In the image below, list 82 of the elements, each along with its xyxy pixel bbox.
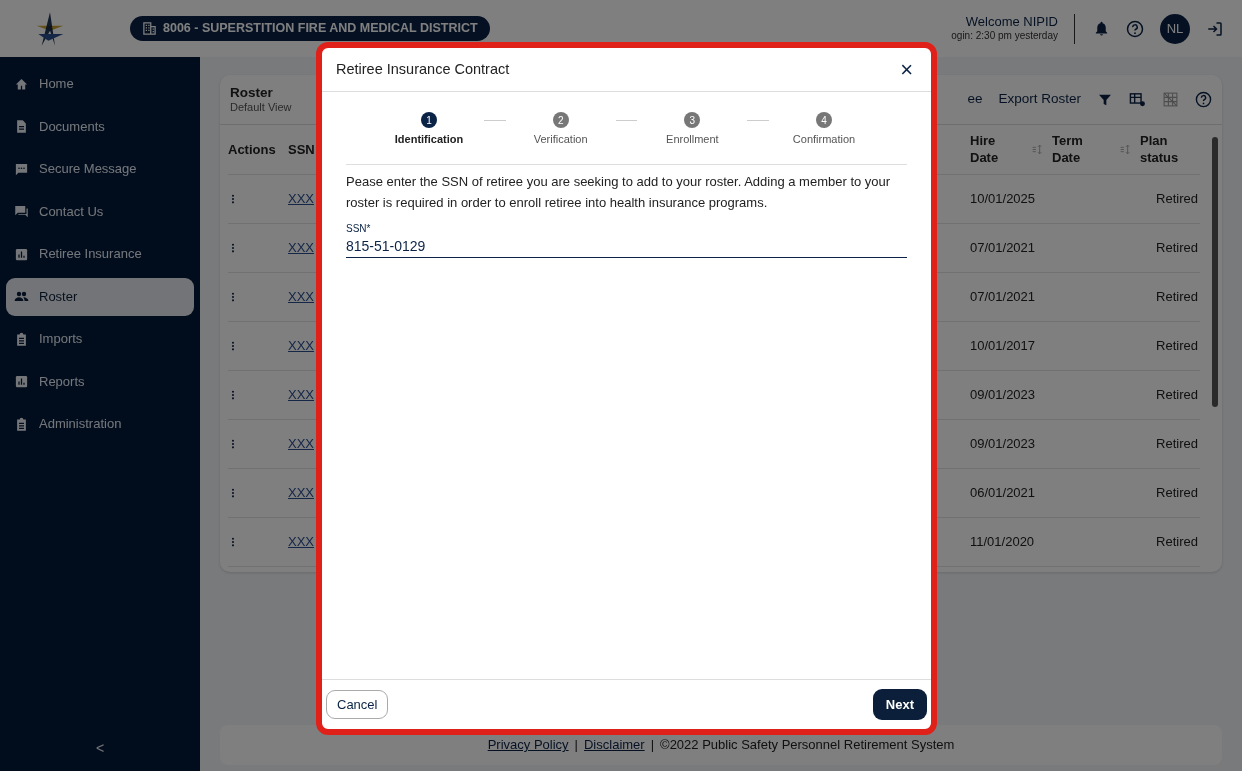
clipboard-icon [14, 416, 29, 432]
column-header: SSN [288, 140, 316, 159]
ssn-link[interactable]: XXX [288, 336, 314, 356]
table-settings-icon[interactable] [1129, 91, 1146, 108]
sidebar-item[interactable]: Roster [6, 277, 194, 316]
sidebar-item[interactable]: Home [6, 65, 194, 103]
ssn-link[interactable]: XXX [288, 287, 314, 307]
step-label: Identification [394, 132, 464, 147]
table-cell-text: 07/01/2021 [970, 288, 1037, 307]
column-header[interactable]: Hire Date [970, 133, 999, 166]
table-cell-text: Retired [1156, 386, 1199, 405]
ssn-link[interactable]: XXX [288, 434, 314, 454]
ssn-link[interactable]: XXX [288, 483, 314, 503]
table-cell-text: 09/01/2023 [970, 386, 1037, 405]
footer-link[interactable]: Privacy Policy [487, 735, 569, 755]
table-cell-text: 11/01/2020 [970, 533, 1036, 552]
table-cell-text: 06/01/2021 [970, 484, 1037, 503]
dialog-title: Retiree Insurance Contract [336, 59, 510, 79]
building-icon [142, 21, 157, 36]
sidebar-item[interactable]: Imports [6, 320, 194, 358]
table-cell-text: 07/01/2021 [970, 239, 1037, 258]
ssn-link[interactable]: XXX [288, 238, 314, 258]
step-number: 1 [421, 112, 437, 128]
sidebar-item[interactable]: Secure Message [6, 150, 194, 188]
table-cell-text: 09/01/2023 [970, 435, 1037, 454]
close-button[interactable]: × [900, 58, 913, 81]
step-label: Confirmation [792, 132, 856, 147]
view-subtitle: Default View [230, 100, 292, 113]
table-cell-text: Retired [1156, 288, 1199, 307]
cancel-button[interactable]: Cancel [326, 689, 389, 720]
sidebar-item[interactable]: Administration [6, 405, 194, 443]
column-header[interactable]: Plan status [1140, 133, 1179, 166]
table-cell-text: Retired [1156, 484, 1199, 503]
sidebar-item[interactable]: Retiree Insurance [6, 235, 194, 273]
last-login-text: ogin: 2:30 pm yesterday [951, 30, 1058, 42]
document-icon [14, 119, 29, 134]
step-label: Enrollment [666, 132, 719, 147]
chat-icon [14, 161, 29, 177]
toolbar-link[interactable]: Export Roster [998, 89, 1081, 110]
roster-title: Roster [230, 86, 274, 101]
column-header: Actions [228, 140, 277, 159]
table-cell-text: Retired [1156, 435, 1199, 454]
toolbar-link[interactable]: ee [967, 89, 983, 110]
table-cell-text: Retired [1156, 337, 1199, 356]
table-cell-text: Retired [1156, 533, 1199, 552]
table-cell-text: 10/01/2017 [970, 337, 1037, 356]
ssn-link[interactable]: XXX [288, 189, 314, 209]
step-number: 3 [684, 112, 701, 128]
logout-icon[interactable] [1206, 19, 1224, 38]
copyright-text: ©2022 Public Safety Personnel Retirement System [660, 736, 955, 755]
user-avatar[interactable]: NL [1160, 13, 1190, 44]
step-label: Verification [533, 132, 588, 147]
field-label: SSN* [346, 222, 372, 237]
help-icon[interactable] [1126, 19, 1144, 38]
people-icon [14, 289, 29, 304]
sidebar-item[interactable]: Reports [6, 362, 194, 401]
footer-link[interactable]: Disclaimer [584, 735, 645, 755]
table-cell-text: Retired [1156, 239, 1199, 258]
chart-icon [14, 374, 29, 389]
collapse-toggle[interactable]: < [6, 738, 194, 759]
separator-text: | [650, 736, 655, 755]
table-cell-text: Retired [1156, 190, 1199, 209]
clipboard-icon [14, 331, 29, 347]
step-number: 4 [816, 112, 832, 128]
column-header[interactable]: Term Date [1052, 133, 1083, 166]
scrollbar-thumb[interactable] [1212, 137, 1218, 407]
separator-text: | [574, 736, 578, 755]
sidebar-item[interactable]: Documents [6, 107, 194, 146]
sidebar-item[interactable]: Contact Us [6, 192, 194, 231]
next-button[interactable]: Next [872, 688, 927, 721]
help-icon[interactable] [1195, 91, 1212, 108]
instruction-text: Pease enter the SSN of retiree you are seeking to add to your roster. Adding a member to your roster is required in order to enroll retiree into health insurance programs. [346, 172, 892, 212]
district-badge: 8006 - SUPERSTITION FIRE AND MEDICAL DISTRICT [130, 16, 490, 41]
step-number: 2 [552, 112, 569, 128]
chat-icon [14, 204, 29, 219]
bell-icon[interactable] [1093, 20, 1110, 37]
chart-icon [14, 246, 29, 262]
ssn-link[interactable]: XXX [288, 532, 314, 552]
table-cell-text: 10/01/2025 [970, 190, 1037, 209]
home-icon [14, 76, 29, 92]
ssn-link[interactable]: XXX [288, 385, 314, 405]
welcome-text: Welcome NIPID [964, 15, 1058, 31]
